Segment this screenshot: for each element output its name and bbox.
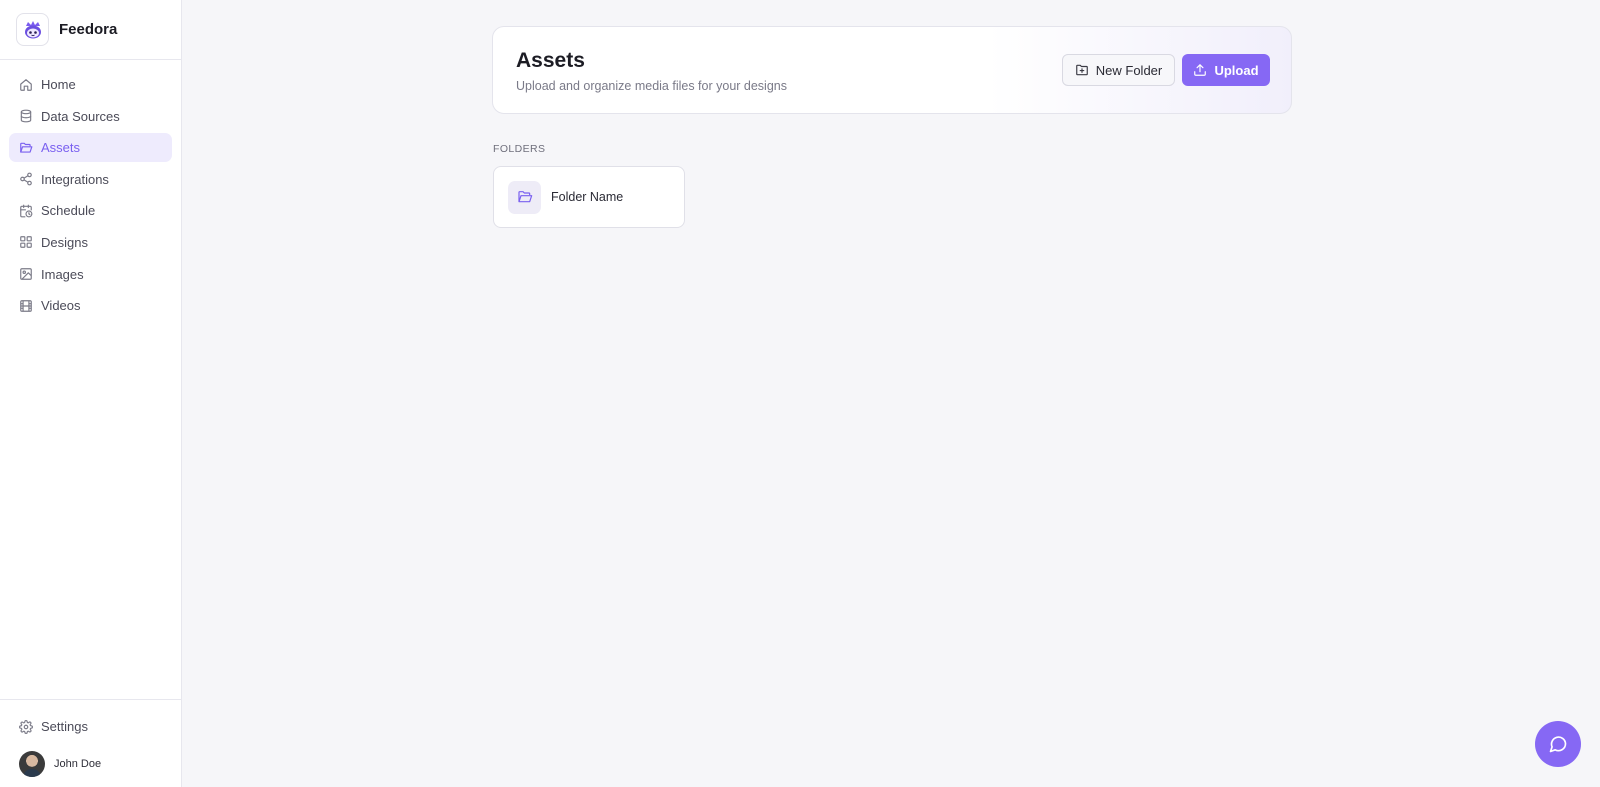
folders-section-label: FOLDERS [493, 143, 546, 155]
new-folder-label: New Folder [1095, 62, 1163, 78]
user-profile[interactable]: John Doe [9, 751, 172, 777]
sidebar-item-settings[interactable]: Settings [9, 712, 172, 741]
film-icon [19, 299, 33, 313]
sidebar-nav: Home Data Sources Assets Integrations Sc… [0, 60, 181, 320]
sidebar-item-label: Settings [41, 719, 88, 734]
folder-plus-icon [1075, 63, 1089, 77]
mascot-logo-icon [24, 20, 41, 38]
brand-logo [16, 13, 49, 46]
sidebar-item-designs[interactable]: Designs [9, 228, 172, 257]
new-folder-button[interactable]: New Folder [1062, 54, 1175, 86]
chat-bubble-icon [1548, 734, 1568, 754]
calendar-clock-icon [19, 204, 33, 218]
folder-open-icon [517, 189, 533, 205]
sidebar-item-schedule[interactable]: Schedule [9, 196, 172, 225]
avatar [19, 751, 45, 777]
sidebar-item-label: Home [41, 77, 76, 92]
brand-name: Feedora [59, 21, 118, 38]
sidebar-item-label: Videos [41, 298, 81, 314]
folder-icon-box [508, 180, 541, 214]
sidebar-item-label: Assets [41, 140, 81, 156]
page-header: Assets Upload and organize media files f… [492, 26, 1292, 114]
share-nodes-icon [19, 172, 33, 186]
page-title: Assets [516, 49, 585, 72]
database-icon [19, 109, 33, 123]
folder-name: Folder Name [551, 190, 624, 204]
user-name: John Doe [54, 758, 102, 770]
sidebar-item-label: Data Sources [41, 108, 120, 124]
chat-support-button[interactable] [1535, 721, 1581, 767]
sidebar-item-data-sources[interactable]: Data Sources [9, 102, 172, 131]
brand[interactable]: Feedora [0, 0, 181, 60]
sidebar-item-integrations[interactable]: Integrations [9, 165, 172, 194]
main-content: Assets Upload and organize media files f… [182, 0, 1600, 787]
sidebar-item-label: Designs [41, 234, 88, 250]
folder-open-icon [19, 141, 33, 155]
sidebar: Feedora Home Data Sources Assets Integra… [0, 0, 182, 787]
folder-card[interactable]: Folder Name [493, 166, 685, 228]
sidebar-item-label: Images [41, 266, 84, 282]
sidebar-item-videos[interactable]: Videos [9, 291, 172, 320]
upload-button[interactable]: Upload [1182, 54, 1270, 86]
sidebar-item-home[interactable]: Home [9, 70, 172, 99]
sidebar-item-assets[interactable]: Assets [9, 133, 172, 163]
upload-label: Upload [1214, 62, 1259, 78]
home-icon [19, 78, 33, 92]
sidebar-footer: Settings John Doe [0, 699, 181, 787]
sidebar-item-label: Schedule [41, 203, 96, 219]
grid-icon [19, 235, 33, 249]
sidebar-item-images[interactable]: Images [9, 260, 172, 289]
image-icon [19, 267, 33, 281]
sidebar-item-label: Integrations [41, 171, 109, 187]
gear-icon [19, 719, 33, 734]
upload-icon [1193, 63, 1207, 77]
page-subtitle: Upload and organize media files for your… [516, 79, 787, 93]
